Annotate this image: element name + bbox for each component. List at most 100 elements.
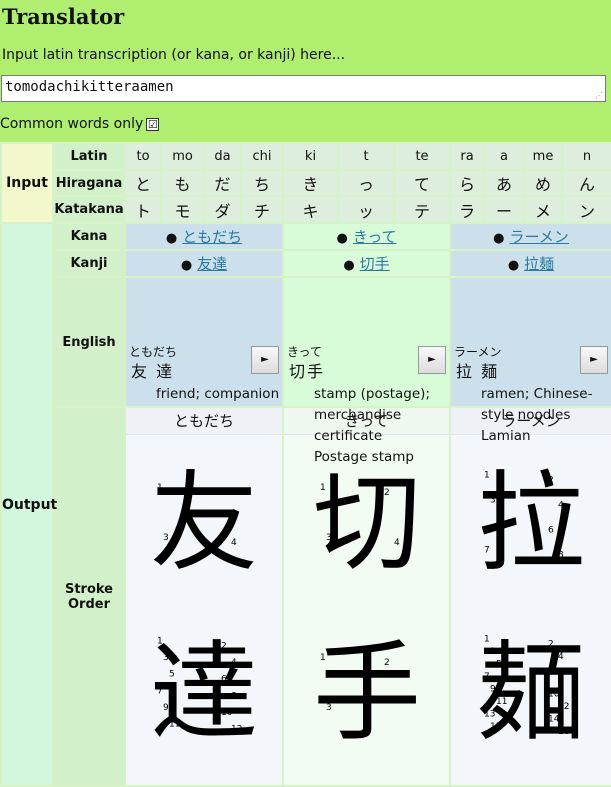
stroke-number: 6	[548, 664, 554, 674]
katakana-cell: ラ	[449, 195, 485, 224]
stroke-number: 1	[320, 653, 326, 663]
resize-grip-icon[interactable]: ⋰	[595, 91, 603, 100]
latin-cell: mo	[160, 142, 205, 171]
stroke-order-word-1: ともだち 友 1 2 3 4 達 1 2 3 4 5 6 7 8 9 10 11 12	[124, 406, 284, 787]
gloss-list: ramen; Chinese- style noodles Lamian	[481, 384, 592, 447]
stroke-number: 10	[548, 689, 560, 699]
stroke-number: 6	[221, 675, 227, 685]
stroke-number: 6	[548, 526, 554, 536]
hiragana-cell: だ	[203, 169, 242, 197]
stroke-number: 4	[558, 501, 564, 511]
kana-link-raamen[interactable]: ラーメン	[509, 228, 568, 246]
stroke-number: 7	[157, 686, 163, 696]
kanji-link-kitte[interactable]: 切手	[360, 255, 390, 273]
stroke-number: 3	[163, 533, 169, 543]
stroke-number: 11	[496, 697, 507, 707]
common-words-option[interactable]: Common words only ☑	[0, 116, 160, 132]
stroke-number: 2	[221, 641, 227, 651]
stroke-number: 12	[231, 725, 242, 735]
kana-word-1: ● ともだち	[124, 222, 284, 251]
stroke-number: 2	[548, 476, 554, 486]
stroke-order-glyph: 切	[312, 461, 420, 586]
katakana-label: Katakana	[52, 195, 126, 224]
stroke-number: 3	[163, 653, 169, 663]
stroke-number: 7	[484, 672, 490, 682]
gloss: Lamian	[481, 428, 531, 444]
kanji-label: Kanji	[52, 249, 126, 278]
kanji-link-raamen[interactable]: 拉麺	[524, 255, 554, 273]
stroke-number: 5	[496, 659, 502, 669]
stroke-number: 5	[169, 670, 175, 680]
stroke-number: 4	[231, 538, 237, 548]
stroke-number: 13	[484, 709, 495, 719]
english-word-1: ともだち 友 達 ► friend; companion	[124, 276, 284, 408]
stroke-order-word-3: ラーメン 拉 1 2 3 4 5 6 7 8 麺 1 2 3 4 5 6 7 8 9 10 11 12 13 14 15 16	[449, 406, 611, 787]
latin-cell: da	[203, 142, 242, 171]
stroke-order-row: Stroke Order ともだち 友 1 2 3 4 達 1 2 3 4 5 6 7 8 9 10 11 12 …	[1, 406, 611, 787]
stroke-order-header: ともだち	[126, 408, 282, 435]
latin-cell: n	[561, 142, 611, 171]
english-word-3: ラーメン 拉 麺 ► ramen; Chinese- style noodles…	[449, 276, 611, 444]
english-row: English ともだち 友 達 ► friend; companion きって…	[1, 276, 611, 465]
stroke-number: 2	[384, 658, 390, 668]
kanji-word-1: ● 友達	[124, 249, 284, 278]
stroke-number: 1	[320, 483, 326, 493]
stroke-number: 14	[548, 714, 560, 724]
hiragana-cell: ん	[561, 169, 611, 197]
gloss-list: friend; companion	[156, 384, 279, 405]
stroke-number: 2	[221, 488, 227, 498]
stroke-number: 12	[558, 702, 569, 712]
page-title: Translator	[2, 4, 125, 29]
kana-link-kitte[interactable]: きって	[353, 228, 397, 246]
stroke-number: 4	[231, 658, 237, 668]
stroke-number: 2	[384, 488, 390, 498]
kanji-word-3: ● 拉麺	[449, 249, 611, 278]
katakana-cell: ッ	[337, 195, 395, 224]
gloss-list: stamp (postage); merchandise certificate…	[314, 384, 430, 468]
stroke-number: 1	[157, 636, 163, 646]
kana-link-tomodachi[interactable]: ともだち	[182, 228, 242, 246]
hiragana-cell: て	[393, 169, 451, 197]
stroke-order-glyph: 拉	[477, 461, 585, 586]
kana-word-3: ● ラーメン	[449, 222, 611, 251]
stroke-number: 11	[169, 720, 180, 730]
play-icon[interactable]: ►	[580, 346, 608, 374]
hiragana-cell: も	[160, 169, 205, 197]
latin-cell: ki	[282, 142, 339, 171]
stroke-number: 4	[394, 538, 400, 548]
latin-row: Input Latin to mo da chi ki t te ra a me…	[0, 142, 611, 224]
latin-cell: ra	[449, 142, 485, 171]
stroke-number: 10	[221, 708, 233, 718]
stroke-number: 9	[490, 684, 496, 694]
katakana-cell: キ	[282, 195, 339, 224]
hiragana-cell: き	[282, 169, 339, 197]
hiragana-cell: あ	[483, 169, 525, 197]
stroke-number: 1	[484, 634, 490, 644]
hiragana-cell: と	[124, 169, 162, 197]
transcription-input[interactable]: tomodachikitteraamen ⋰	[1, 75, 606, 102]
gloss: merchandise	[314, 407, 402, 423]
kanji-link-tomodachi[interactable]: 友達	[197, 255, 227, 273]
hiragana-cell: ら	[449, 169, 485, 197]
stroke-diagram: 拉1 23 45 67 8麺1 23 45 67 89 1011 1213 1415 16	[477, 461, 585, 756]
common-words-checkbox[interactable]: ☑	[146, 117, 160, 131]
common-words-label: Common words only	[0, 116, 144, 132]
latin-cell: me	[523, 142, 563, 171]
play-icon[interactable]: ►	[418, 346, 446, 374]
output-section-label: Output	[0, 222, 57, 787]
stroke-number: 4	[558, 652, 564, 662]
stroke-number: 3	[326, 533, 332, 543]
katakana-row: Katakana ト モ ダ チ キ ッ テ ラ ー メ ン	[1, 195, 611, 224]
stroke-number: 1	[157, 483, 163, 493]
latin-cell: to	[124, 142, 162, 171]
latin-cell: a	[483, 142, 525, 171]
stroke-order-label: Stroke Order	[52, 406, 126, 787]
play-icon[interactable]: ►	[251, 346, 279, 374]
latin-cell: te	[393, 142, 451, 171]
kanji-text: 拉 麺	[456, 362, 500, 381]
hiragana-label: Hiragana	[52, 169, 126, 197]
katakana-cell: チ	[240, 195, 284, 224]
kanji-text: 友 達	[131, 362, 175, 381]
stroke-diagram: 友1 23 4達1 23 45 67 89 1011 12	[150, 461, 258, 756]
gloss: stamp (postage);	[314, 386, 430, 402]
